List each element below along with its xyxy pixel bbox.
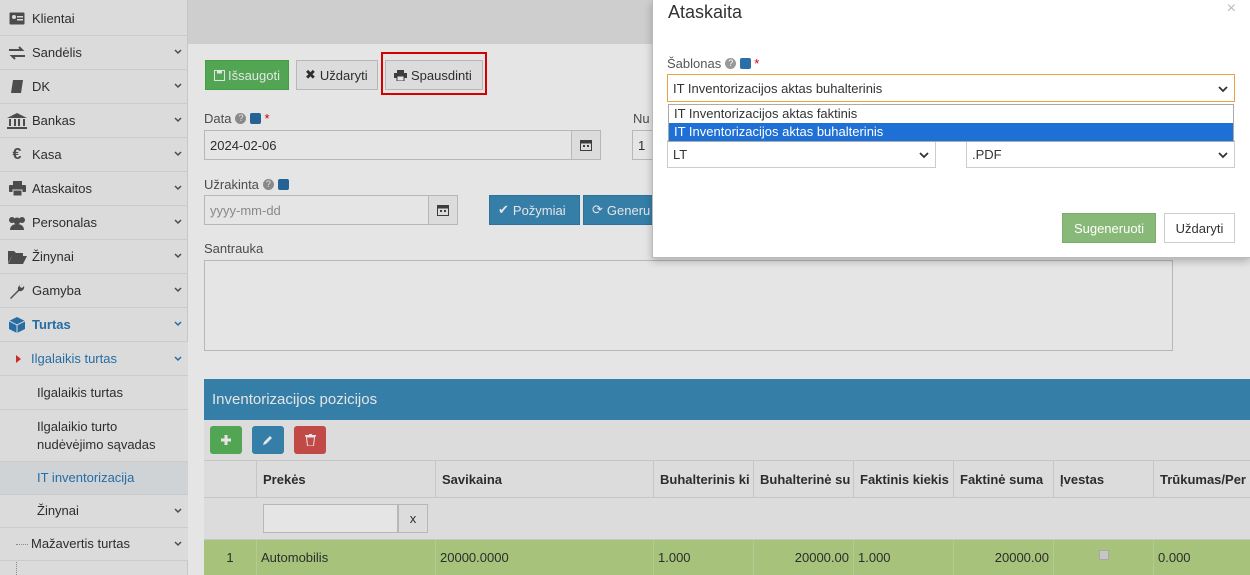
edit-icon [740, 58, 752, 69]
modal-close-button[interactable]: × [1227, 0, 1236, 18]
help-icon: ? [725, 58, 737, 69]
sablonas-select[interactable]: IT Inventorizacijos aktas buhalterinis [667, 74, 1235, 102]
format-select[interactable]: .PDF [966, 140, 1235, 168]
sablonas-label: Šablonas ? * [667, 56, 759, 71]
sablonas-label-text: Šablonas [667, 56, 722, 71]
modal-close-label: Uždaryti [1175, 220, 1224, 236]
generate-button[interactable]: Sugeneruoti [1062, 213, 1156, 243]
chevron-down-icon [919, 152, 929, 159]
dropdown-option[interactable]: IT Inventorizacijos aktas faktinis [669, 105, 1233, 123]
dropdown-option-selected[interactable]: IT Inventorizacijos aktas buhalterinis [669, 123, 1233, 141]
format-value: .PDF [972, 146, 1002, 162]
chevron-down-icon [1218, 86, 1228, 93]
sablonas-value: IT Inventorizacijos aktas buhalterinis [673, 80, 883, 96]
language-select[interactable]: LT [667, 140, 936, 168]
modal-close-text-button[interactable]: Uždaryti [1164, 213, 1235, 243]
generate-label: Sugeneruoti [1073, 220, 1145, 236]
modal-title: Ataskaita [668, 2, 743, 22]
chevron-down-icon [1218, 152, 1228, 159]
sablonas-dropdown-list: IT Inventorizacijos aktas faktinis IT In… [668, 104, 1234, 142]
language-value: LT [673, 146, 688, 162]
required-marker: * [754, 56, 760, 71]
